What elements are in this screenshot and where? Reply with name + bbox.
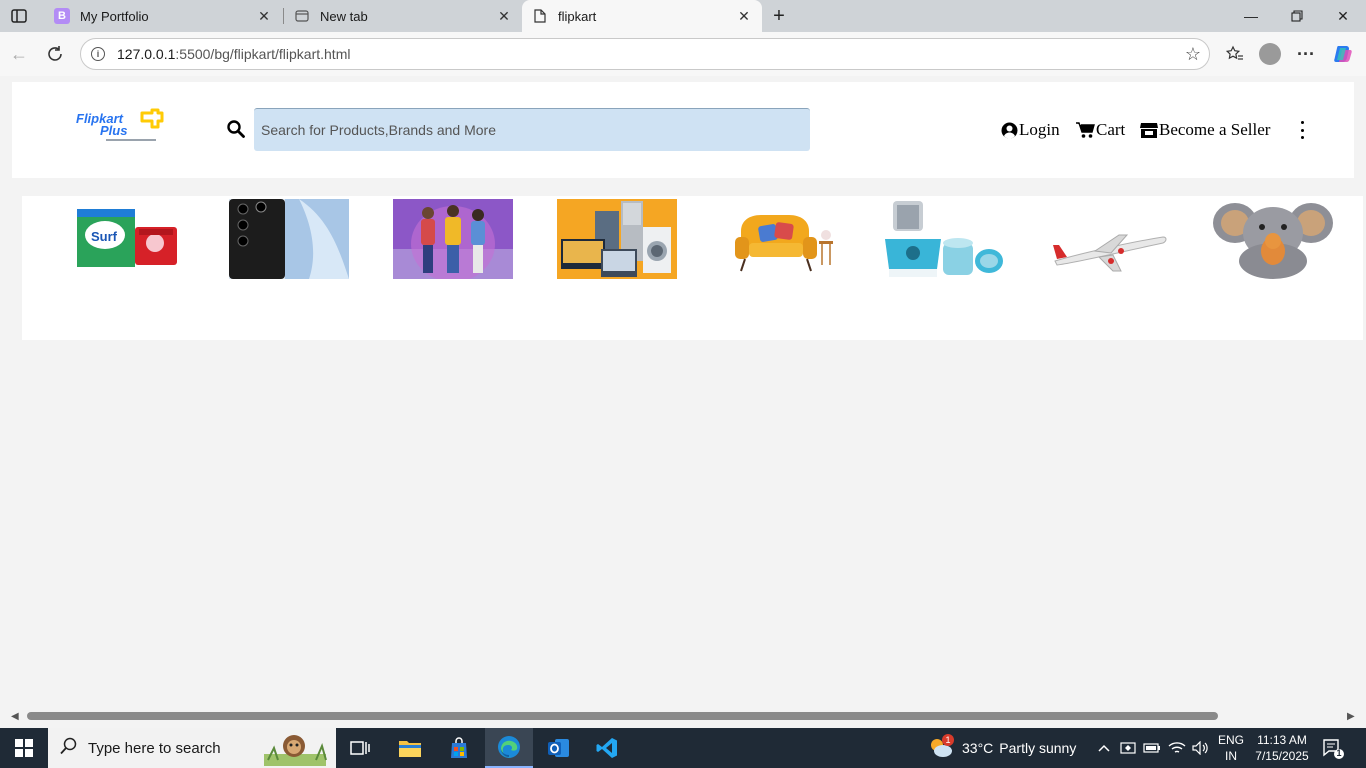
microsoft-store-icon[interactable] bbox=[435, 728, 483, 768]
tab-title: flipkart bbox=[558, 8, 597, 24]
notification-count: 1 bbox=[1336, 748, 1342, 758]
tab-strip: B My Portfolio ✕ New tab ✕ flipkart ✕ + … bbox=[0, 0, 1366, 32]
cart-label: Cart bbox=[1096, 120, 1126, 139]
close-icon[interactable]: ✕ bbox=[736, 8, 752, 24]
close-icon[interactable]: ✕ bbox=[256, 8, 272, 24]
wifi-icon[interactable] bbox=[1166, 728, 1188, 768]
category-grocery[interactable]: Surf bbox=[75, 199, 179, 279]
category-electronics[interactable] bbox=[557, 199, 677, 279]
tab-new-tab[interactable]: New tab ✕ bbox=[284, 0, 522, 32]
notification-center-icon[interactable]: 1 bbox=[1320, 736, 1350, 760]
meet-now-icon[interactable] bbox=[1118, 728, 1138, 768]
cart-link[interactable]: Cart bbox=[1076, 120, 1125, 140]
more-options-icon[interactable]: ··· bbox=[1293, 41, 1319, 67]
site-header: Flipkart Plus Login Cart Become a Seller bbox=[12, 82, 1354, 178]
page-viewport: Flipkart Plus Login Cart Become a Seller bbox=[3, 76, 1363, 708]
minimize-icon[interactable]: — bbox=[1228, 0, 1274, 32]
copilot-icon[interactable] bbox=[1330, 41, 1356, 67]
category-mobiles[interactable] bbox=[229, 199, 349, 279]
vscode-icon[interactable] bbox=[583, 728, 631, 768]
back-arrow-icon[interactable]: ← bbox=[6, 41, 32, 67]
document-icon bbox=[532, 8, 548, 24]
outlook-icon[interactable] bbox=[534, 728, 582, 768]
favorite-star-icon[interactable]: ☆ bbox=[1185, 44, 1201, 65]
new-tab-button[interactable]: + bbox=[768, 5, 790, 27]
portfolio-favicon-icon: B bbox=[54, 8, 70, 24]
partly-sunny-icon: 1 bbox=[928, 733, 954, 761]
address-bar[interactable]: i 127.0.0.1:5500/bg/flipkart/flipkart.ht… bbox=[80, 38, 1210, 70]
category-appliances[interactable] bbox=[885, 199, 1005, 279]
task-view-icon[interactable] bbox=[336, 728, 384, 768]
system-clock[interactable]: 11:13 AM 7/15/2025 bbox=[1252, 732, 1312, 764]
favorites-icon[interactable] bbox=[1222, 41, 1248, 67]
taskbar-search-placeholder: Type here to search bbox=[88, 739, 221, 757]
category-travel[interactable] bbox=[1049, 199, 1169, 279]
svg-text:Surf: Surf bbox=[91, 229, 118, 244]
url-path: :5500/bg/flipkart/flipkart.html bbox=[175, 46, 351, 62]
language-region: IN bbox=[1225, 749, 1237, 763]
search-icon[interactable] bbox=[227, 120, 247, 140]
horizontal-scrollbar[interactable]: ◀ ▶ bbox=[3, 708, 1363, 724]
tab-title: My Portfolio bbox=[80, 8, 149, 24]
search-icon bbox=[60, 737, 78, 759]
weather-condition: Partly sunny bbox=[999, 740, 1077, 756]
url-text: 127.0.0.1:5500/bg/flipkart/flipkart.html bbox=[117, 46, 350, 62]
search-highlight-icon bbox=[260, 730, 330, 768]
category-fashion[interactable] bbox=[393, 199, 513, 282]
flipkart-plus-logo[interactable]: Flipkart Plus bbox=[76, 106, 168, 146]
language-code: ENG bbox=[1217, 733, 1244, 747]
category-toys[interactable] bbox=[1213, 199, 1333, 279]
category-home-furniture[interactable] bbox=[731, 199, 835, 279]
taskbar-search-box[interactable]: Type here to search bbox=[48, 728, 336, 768]
close-icon[interactable]: ✕ bbox=[496, 8, 512, 24]
category-strip: Surf bbox=[22, 196, 1363, 340]
tab-title: New tab bbox=[320, 8, 368, 24]
scrollbar-thumb[interactable] bbox=[27, 712, 1218, 720]
battery-icon[interactable] bbox=[1142, 728, 1162, 768]
url-host: 127.0.0.1 bbox=[117, 46, 176, 62]
scroll-right-arrow-icon[interactable]: ▶ bbox=[1347, 711, 1355, 722]
scroll-left-arrow-icon[interactable]: ◀ bbox=[11, 711, 19, 722]
tab-my-portfolio[interactable]: B My Portfolio ✕ bbox=[44, 0, 282, 32]
refresh-icon[interactable] bbox=[42, 41, 68, 67]
tab-flipkart[interactable]: flipkart ✕ bbox=[522, 0, 762, 32]
weather-widget[interactable]: 1 33°C Partly sunny bbox=[928, 728, 1076, 768]
volume-icon[interactable] bbox=[1190, 728, 1212, 768]
become-seller-link[interactable]: Become a Seller bbox=[1140, 120, 1270, 140]
clock-date: 7/15/2025 bbox=[1255, 749, 1309, 763]
info-icon[interactable]: i bbox=[91, 47, 105, 61]
windows-taskbar: Type here to search 1 33°C Partly sunny bbox=[0, 728, 1366, 768]
edge-browser-icon[interactable] bbox=[485, 728, 533, 768]
input-language[interactable]: ENG IN bbox=[1216, 732, 1246, 764]
browser-toolbar: ← i 127.0.0.1:5500/bg/flipkart/flipkart.… bbox=[0, 32, 1366, 76]
weather-badge: 1 bbox=[942, 733, 954, 746]
sidebar-toggle-icon[interactable] bbox=[8, 6, 30, 26]
file-explorer-icon[interactable] bbox=[386, 728, 434, 768]
restore-icon[interactable] bbox=[1274, 0, 1320, 32]
weather-temp: 33°C bbox=[962, 740, 994, 756]
login-label: Login bbox=[1019, 120, 1060, 139]
seller-label: Become a Seller bbox=[1159, 120, 1271, 139]
clock-time: 11:13 AM bbox=[1257, 733, 1307, 747]
windows-start-icon[interactable] bbox=[0, 728, 48, 768]
profile-avatar[interactable] bbox=[1257, 41, 1283, 67]
product-search-input[interactable] bbox=[254, 108, 810, 151]
new-tab-icon bbox=[294, 8, 310, 24]
more-menu-icon[interactable] bbox=[1297, 118, 1307, 142]
user-circle-icon bbox=[1001, 122, 1018, 139]
svg-text:Plus: Plus bbox=[100, 123, 127, 138]
store-icon bbox=[1140, 122, 1158, 138]
cart-icon bbox=[1076, 121, 1095, 138]
tray-overflow-chevron-icon[interactable] bbox=[1094, 728, 1114, 768]
login-link[interactable]: Login bbox=[1001, 120, 1060, 140]
close-window-icon[interactable]: ✕ bbox=[1320, 0, 1366, 32]
